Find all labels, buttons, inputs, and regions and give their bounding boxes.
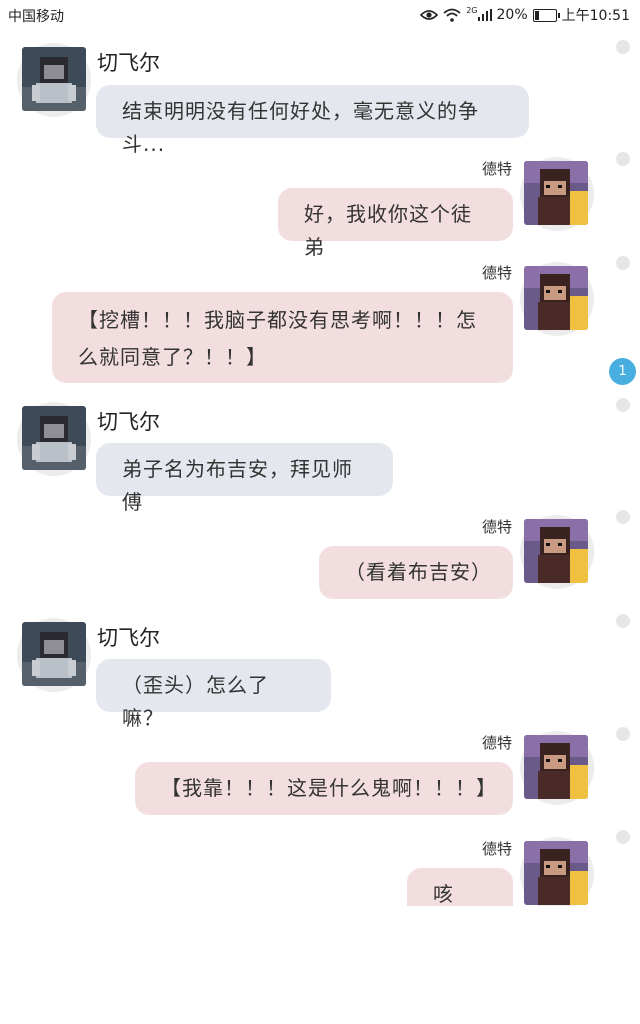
avatar-right[interactable] [524, 519, 588, 583]
carrier-label: 中国移动 [8, 9, 64, 25]
message-bubble[interactable]: 弟子名为布吉安，拜见师傅 [96, 443, 393, 514]
avatar-left[interactable] [22, 47, 86, 111]
message-row: 切飞尔 结束明明没有任何好处，毫无意义的争斗... [0, 30, 640, 156]
avatar-right[interactable] [524, 161, 588, 225]
sender-name: 切飞尔 [97, 410, 160, 434]
eye-icon [420, 9, 439, 21]
battery-icon [532, 8, 560, 22]
read-dot [616, 510, 630, 524]
sender-name: 德特 [482, 264, 513, 282]
message-bubble[interactable]: （看着布吉安） [319, 546, 513, 599]
sender-name: 切飞尔 [97, 51, 160, 75]
read-dot [616, 398, 630, 412]
status-bar: 中国移动 2G 20% 上午10:51 [0, 0, 640, 30]
read-dot [616, 614, 630, 628]
message-row: 切飞尔 弟子名为布吉安，拜见师傅 [0, 390, 640, 514]
avatar-right[interactable] [524, 735, 588, 799]
avatar-left[interactable] [22, 406, 86, 470]
sender-name: 德特 [482, 160, 513, 178]
message-bubble[interactable]: 【我靠！！！这是什么鬼啊！！！】 [135, 762, 513, 815]
sender-name: 德特 [482, 518, 513, 536]
clock: 上午10:51 [561, 8, 630, 24]
message-row: 德特 （看着布吉安） [0, 510, 640, 610]
message-row: 德特 咳咳... [0, 830, 640, 906]
message-row: 德特 【我靠！！！这是什么鬼啊！！！】 [0, 725, 640, 825]
read-dot [616, 40, 630, 54]
unread-badge[interactable]: 1 [609, 358, 636, 385]
wifi-icon [443, 8, 461, 22]
read-dot [616, 830, 630, 844]
message-bubble[interactable]: 【挖槽！！！我脑子都没有思考啊！！！怎么就同意了？！！】 [52, 292, 513, 383]
chat-list[interactable]: 切飞尔 结束明明没有任何好处，毫无意义的争斗... 德特 好，我收你这个徒弟 德… [0, 30, 640, 906]
read-dot [616, 152, 630, 166]
message-row: 德特 好，我收你这个徒弟 [0, 150, 640, 259]
avatar-left[interactable] [22, 622, 86, 686]
message-bubble[interactable]: 咳咳... [407, 868, 513, 906]
status-icons: 2G 20% 上午10:51 [420, 5, 630, 25]
message-row: 德特 【挖槽！！！我脑子都没有思考啊！！！怎么就同意了？！！】 [0, 255, 640, 385]
network-type-label: 2G [466, 5, 478, 15]
read-dot [616, 727, 630, 741]
sender-name: 切飞尔 [97, 626, 160, 650]
read-dot [616, 256, 630, 270]
message-bubble[interactable]: 结束明明没有任何好处，毫无意义的争斗... [96, 85, 529, 156]
battery-percent: 20% [496, 7, 528, 23]
message-row: 切飞尔 （歪头）怎么了嘛？ [0, 606, 640, 730]
sender-name: 德特 [482, 734, 513, 752]
message-bubble[interactable]: 好，我收你这个徒弟 [278, 188, 513, 259]
avatar-right[interactable] [524, 266, 588, 330]
sender-name: 德特 [482, 840, 513, 858]
avatar-right[interactable] [524, 841, 588, 905]
message-bubble[interactable]: （歪头）怎么了嘛？ [96, 659, 331, 730]
signal-icon: 2G [466, 5, 492, 21]
battery-fill [534, 10, 540, 20]
